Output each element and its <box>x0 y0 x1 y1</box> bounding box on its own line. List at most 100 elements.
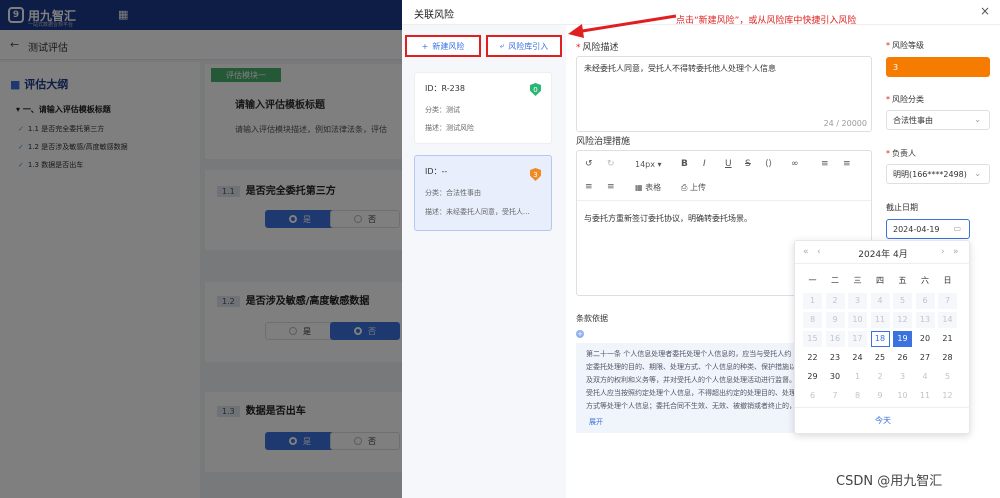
calendar-day[interactable]: 8 <box>803 312 822 328</box>
strikethrough-icon[interactable]: S <box>745 159 751 169</box>
risk-card-selected[interactable]: ID：-- 3 分类：合法性事由 描述：未经委托人同意，受托人... <box>414 155 552 231</box>
next-year-icon[interactable]: » <box>953 247 959 257</box>
risk-level-shield-icon: 3 <box>530 168 541 181</box>
calendar-day[interactable]: 3 <box>893 369 912 385</box>
calendar-day[interactable]: 9 <box>825 312 845 328</box>
calendar-day[interactable]: 24 <box>848 350 867 366</box>
calendar-day[interactable]: 15 <box>803 331 822 347</box>
category-select[interactable]: 合法性事由 ⌄ <box>886 110 990 130</box>
bold-icon[interactable]: B <box>681 159 688 169</box>
owner-select[interactable]: 明明(166****2498) ⌄ <box>886 164 990 184</box>
risk-desc-label: * 风险描述 <box>576 43 619 53</box>
risk-id: ID：-- <box>425 167 448 176</box>
calendar-day[interactable]: 10 <box>893 388 912 404</box>
calendar-day[interactable]: 1 <box>803 293 822 309</box>
font-size-select[interactable]: 14px ▾ <box>635 160 662 169</box>
upload-button[interactable]: ⎙ 上传 <box>681 182 706 193</box>
calendar-day[interactable]: 30 <box>826 369 845 385</box>
calendar-day[interactable]: 1 <box>848 369 867 385</box>
risk-desc-textarea[interactable]: 未经委托人同意，受托人不得转委托他人处理个人信息 24 / 20000 <box>576 56 872 132</box>
basis-label: 条款依据 <box>576 314 608 323</box>
italic-icon[interactable]: I <box>703 159 706 169</box>
weekday-label: 四 <box>876 276 884 285</box>
calendar-day[interactable]: 13 <box>915 312 935 328</box>
calendar-day[interactable]: 7 <box>826 388 845 404</box>
calendar-day[interactable]: 28 <box>938 350 957 366</box>
code-icon[interactable]: ⟨⟩ <box>765 159 772 169</box>
editor-toolbar: ↺ ↻ 14px ▾ B I U S ⟨⟩ ∞ ≡ ≡ ≡ ≡ ▦ 表格 ⎙ 上… <box>577 151 871 201</box>
chevron-down-icon: ⌄ <box>974 115 981 124</box>
calendar-day[interactable]: 5 <box>893 293 912 309</box>
calendar-day[interactable]: 17 <box>848 331 867 347</box>
calendar-day[interactable]: 22 <box>803 350 822 366</box>
risk-desc: 描述：测试风险 <box>425 124 474 132</box>
justify-icon[interactable]: ≡ <box>607 182 615 192</box>
calendar-day[interactable]: 2 <box>825 293 845 309</box>
calendar-day[interactable]: 19 <box>893 331 912 347</box>
calendar-day[interactable]: 6 <box>915 293 935 309</box>
calendar-day[interactable]: 16 <box>825 331 845 347</box>
risk-level-shield-icon: 0 <box>530 83 541 96</box>
weekday-label: 二 <box>831 276 839 285</box>
modal-overlay[interactable] <box>0 0 402 498</box>
calendar-day[interactable]: 26 <box>893 350 912 366</box>
plus-icon: + <box>421 41 429 51</box>
deadline-input[interactable]: 2024-04-19 ▭ <box>886 219 970 239</box>
calendar-day[interactable]: 4 <box>916 369 935 385</box>
calendar-day[interactable]: 8 <box>848 388 867 404</box>
undo-icon[interactable]: ↺ <box>585 159 593 169</box>
calendar-day[interactable]: 29 <box>803 369 822 385</box>
table-button[interactable]: ▦ 表格 <box>635 182 661 193</box>
risk-list-panel: + 新建风险 ⤶ 风险库引入 ID：R-238 0 分类：测试 描述：测试风险 ID… <box>402 25 566 498</box>
calendar-day[interactable]: 12 <box>938 388 957 404</box>
calendar-day[interactable]: 25 <box>871 350 890 366</box>
new-risk-button[interactable]: + 新建风险 <box>405 35 481 57</box>
deadline-label: 截止日期 <box>886 203 918 212</box>
basis-text: 第二十一条 个人信息处理者委托处理个人信息的，应当与受托人约定委托处理的目的、期… <box>586 350 796 410</box>
divider <box>795 263 971 264</box>
import-icon: ⤶ <box>499 41 505 50</box>
calendar-day[interactable]: 2 <box>871 369 890 385</box>
weekday-label: 五 <box>898 276 907 285</box>
risk-card[interactable]: ID：R-238 0 分类：测试 描述：测试风险 <box>414 72 552 144</box>
divider <box>795 407 971 408</box>
calendar-day[interactable]: 9 <box>871 388 890 404</box>
calendar-day[interactable]: 5 <box>938 369 957 385</box>
calendar-day[interactable]: 10 <box>848 312 867 328</box>
expand-link[interactable]: 展开 <box>589 417 603 427</box>
calendar-day[interactable]: 18 <box>870 331 890 347</box>
calendar-day[interactable]: 23 <box>826 350 845 366</box>
calendar-day[interactable]: 6 <box>803 388 822 404</box>
watermark: CSDN @用九智汇 <box>836 474 943 489</box>
import-risk-button[interactable]: ⤶ 风险库引入 <box>486 35 562 57</box>
close-icon[interactable]: × <box>980 4 990 18</box>
calendar-day[interactable]: 3 <box>848 293 867 309</box>
calendar-day[interactable]: 21 <box>938 331 957 347</box>
add-basis-icon[interactable]: + <box>576 330 584 338</box>
calendar-day[interactable]: 12 <box>893 312 912 328</box>
today-button[interactable]: 今天 <box>795 415 971 426</box>
align-right-icon[interactable]: ≡ <box>585 182 593 192</box>
risk-desc: 描述：未经委托人同意，受托人... <box>425 208 530 216</box>
next-month-icon[interactable]: › <box>941 247 945 257</box>
level-select[interactable]: 3 <box>886 57 990 77</box>
calendar-day[interactable]: 7 <box>938 293 957 309</box>
align-center-icon[interactable]: ≡ <box>843 159 851 169</box>
calendar-day[interactable]: 4 <box>870 293 890 309</box>
underline-icon[interactable]: U <box>725 159 732 169</box>
risk-id: ID：R-238 <box>425 84 465 93</box>
calendar-day[interactable]: 11 <box>916 388 935 404</box>
calendar-day[interactable]: 20 <box>916 331 935 347</box>
category-label: * 风险分类 <box>886 95 924 104</box>
annotation-arrow <box>568 14 677 38</box>
align-left-icon[interactable]: ≡ <box>821 159 829 169</box>
calendar-day[interactable]: 11 <box>870 312 890 328</box>
level-label: * 风险等级 <box>886 41 924 50</box>
calendar-day[interactable]: 27 <box>916 350 935 366</box>
redo-icon[interactable]: ↻ <box>607 159 615 169</box>
link-icon[interactable]: ∞ <box>791 159 799 169</box>
calendar-day[interactable]: 14 <box>938 312 957 328</box>
annotation-text: 点击“新建风险”，或从风险库中快捷引入风险 <box>676 16 857 26</box>
weekday-label: 三 <box>853 276 862 285</box>
drawer-title: 关联风险 <box>414 10 454 21</box>
